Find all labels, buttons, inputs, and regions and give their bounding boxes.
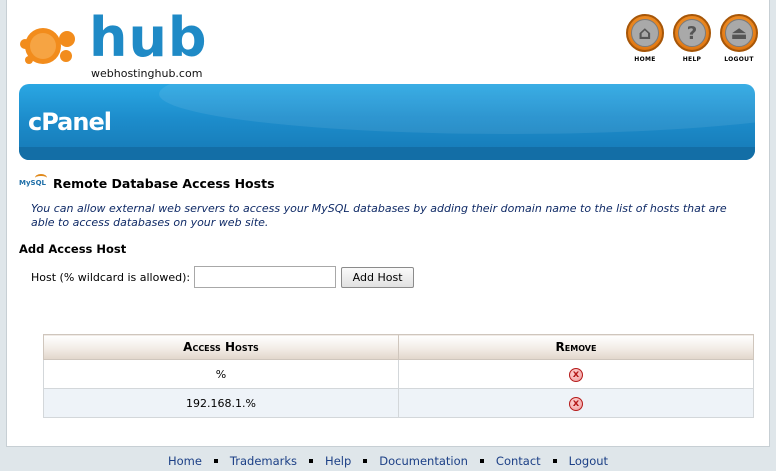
- logo-wordmark: hub: [89, 6, 208, 69]
- help-icon: ?: [673, 14, 711, 52]
- logout-icon: ⏏: [720, 14, 758, 52]
- footer-separator: [363, 458, 368, 463]
- page-header: MySQL Remote Database Access Hosts: [19, 174, 759, 192]
- column-header-remove: Remove: [398, 334, 754, 360]
- remove-cell: x: [398, 388, 754, 418]
- add-access-host-heading: Add Access Host: [19, 242, 127, 256]
- page-title: Remote Database Access Hosts: [53, 175, 275, 191]
- column-header-access-hosts: Access Hosts: [43, 334, 399, 360]
- main-content: MySQL Remote Database Access Hosts You c…: [19, 174, 759, 288]
- nav-help-button[interactable]: ? HELP: [672, 14, 712, 63]
- remove-cell: x: [398, 359, 754, 389]
- host-cell: %: [43, 359, 399, 389]
- webhostinghub-logo[interactable]: hub webhostinghub.com: [19, 6, 209, 80]
- banner-title[interactable]: cPanel: [28, 108, 112, 136]
- nav-logout-button[interactable]: ⏏ LOGOUT: [719, 14, 759, 63]
- top-navigation: ⌂ HOME ? HELP ⏏ LOGOUT: [625, 14, 759, 63]
- footer-link-logout[interactable]: Logout: [569, 454, 608, 468]
- host-field-label: Host (% wildcard is allowed):: [31, 270, 191, 284]
- access-hosts-table: Access Hosts Remove % x 192.168.1.% x: [43, 334, 754, 418]
- table-row: % x: [43, 359, 754, 389]
- banner-bottom-bar: [19, 147, 755, 160]
- remove-icon[interactable]: x: [569, 396, 583, 411]
- footer-separator: [309, 458, 314, 463]
- footer-separator: [479, 458, 484, 463]
- add-host-button[interactable]: Add Host: [341, 266, 415, 288]
- footer-link-home[interactable]: Home: [168, 454, 202, 468]
- cpanel-banner: cPanel: [19, 84, 755, 160]
- footer-link-documentation[interactable]: Documentation: [379, 454, 468, 468]
- add-host-form: Host (% wildcard is allowed): Add Host: [31, 266, 759, 288]
- footer-link-trademarks[interactable]: Trademarks: [230, 454, 297, 468]
- mysql-icon: MySQL: [19, 174, 47, 192]
- host-cell: 192.168.1.%: [43, 388, 399, 418]
- footer-separator: [552, 458, 557, 463]
- host-input[interactable]: [194, 266, 337, 288]
- logo-domain: webhostinghub.com: [91, 67, 203, 80]
- footer-separator: [213, 458, 218, 463]
- banner-swoosh: [159, 84, 755, 134]
- nav-logout-label: LOGOUT: [724, 56, 754, 63]
- footer-links: Home Trademarks Help Documentation Contact Lo…: [0, 454, 776, 468]
- nav-home-label: HOME: [634, 56, 656, 63]
- table-header-row: Access Hosts Remove: [43, 334, 754, 360]
- remove-icon[interactable]: x: [569, 367, 583, 382]
- nav-help-label: HELP: [682, 56, 702, 63]
- table-row: 192.168.1.% x: [43, 388, 754, 418]
- nav-home-button[interactable]: ⌂ HOME: [625, 14, 665, 63]
- home-icon: ⌂: [626, 14, 664, 52]
- footer-link-help[interactable]: Help: [325, 454, 351, 468]
- logo-dots-icon: [20, 28, 75, 64]
- footer-link-contact[interactable]: Contact: [496, 454, 541, 468]
- page-description: You can allow external web servers to ac…: [31, 202, 727, 229]
